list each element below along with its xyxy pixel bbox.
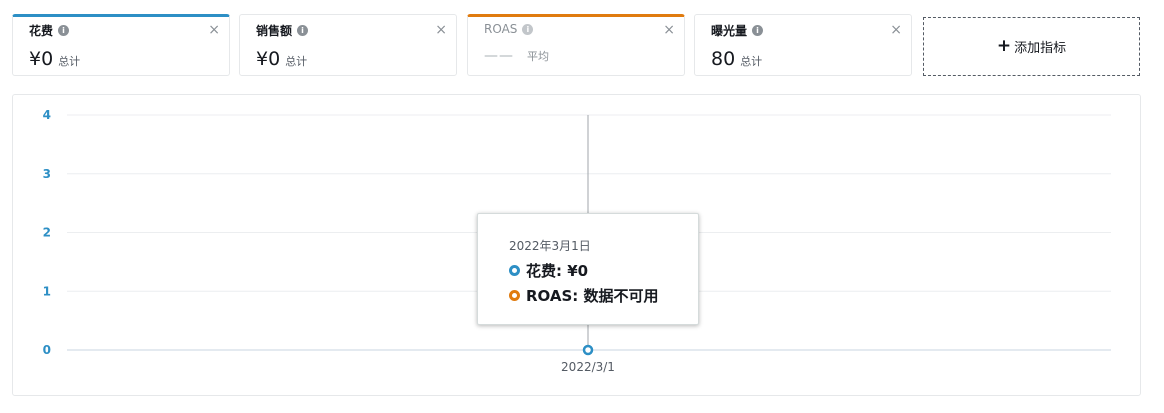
add-metric-button[interactable]: + 添加指标 [923,17,1140,76]
metric-value: ¥0 总计 [256,48,308,70]
series-dot-icon [509,265,520,276]
x-tick-label: 2022/3/1 [561,360,615,374]
y-tick-label: 4 [43,108,51,122]
metric-title: ROAS i [484,22,534,36]
metric-card-sales[interactable]: 销售额 i × ¥0 总计 [239,14,457,76]
y-tick-label: 3 [43,167,51,181]
tooltip-row-roas: ROAS: 数据不可用 [509,285,659,306]
metric-card-spend[interactable]: 花费 i × ¥0 总计 [12,14,230,76]
y-tick-label: 2 [43,226,51,240]
metric-title: 销售额 i [256,22,309,39]
info-icon[interactable]: i [297,25,309,36]
metric-value: —— 平均 [484,48,549,64]
y-axis-ticks: 0 1 2 3 4 [43,108,51,357]
y-tick-label: 1 [43,284,51,298]
close-icon[interactable]: × [663,23,675,37]
tooltip-date: 2022年3月1日 [509,239,591,253]
close-icon[interactable]: × [890,23,902,37]
metric-card-roas[interactable]: ROAS i × —— 平均 [467,14,685,76]
close-icon[interactable]: × [208,23,220,37]
info-icon[interactable]: i [58,25,70,36]
series-dot-icon [509,290,520,301]
tooltip-row-spend: 花费: ¥0 [509,260,588,281]
metric-cards: 花费 i × ¥0 总计 销售额 i × ¥0 总计 ROAS i × —— 平… [12,14,1142,78]
metric-value: ¥0 总计 [29,48,81,70]
metric-title: 曝光量 i [711,22,764,39]
metric-value: 80 总计 [711,48,763,70]
metric-card-impressions[interactable]: 曝光量 i × 80 总计 [694,14,912,76]
metric-title: 花费 i [29,22,70,39]
chart-tooltip: 2022年3月1日 花费: ¥0 ROAS: 数据不可用 [477,213,699,325]
info-icon[interactable]: i [752,25,764,36]
info-icon[interactable]: i [522,23,534,35]
data-point [582,344,594,356]
y-tick-label: 0 [43,343,51,357]
x-axis-ticks: 2022/3/1 [561,360,615,374]
plus-icon: + [996,36,1012,56]
close-icon[interactable]: × [435,23,447,37]
